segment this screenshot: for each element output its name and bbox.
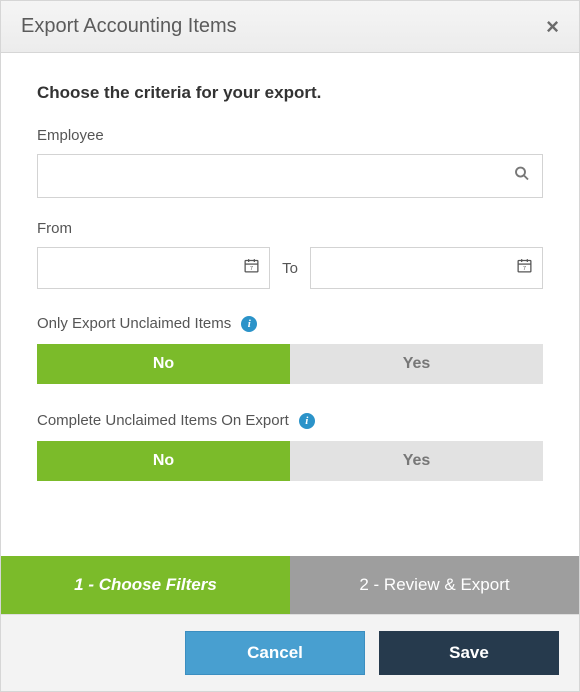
- unclaimed-toggle: No Yes: [37, 344, 543, 384]
- from-date-input[interactable]: [37, 247, 270, 289]
- info-icon[interactable]: i: [241, 316, 257, 332]
- step-review-export[interactable]: 2 - Review & Export: [290, 556, 579, 614]
- unclaimed-label: Only Export Unclaimed Items: [37, 315, 231, 332]
- instruction-text: Choose the criteria for your export.: [37, 83, 543, 103]
- unclaimed-label-row: Only Export Unclaimed Items i: [37, 315, 543, 332]
- from-date-wrap: 7: [37, 247, 270, 289]
- titlebar: Export Accounting Items ×: [1, 1, 579, 53]
- to-date-wrap: 7: [310, 247, 543, 289]
- dialog-footer: Cancel Save: [1, 614, 579, 691]
- complete-label: Complete Unclaimed Items On Export: [37, 412, 289, 429]
- export-dialog: Export Accounting Items × Choose the cri…: [0, 0, 580, 692]
- dialog-content: Choose the criteria for your export. Emp…: [1, 53, 579, 556]
- unclaimed-no-button[interactable]: No: [37, 344, 290, 384]
- close-icon[interactable]: ×: [546, 16, 559, 38]
- employee-input[interactable]: [37, 154, 543, 198]
- cancel-button[interactable]: Cancel: [185, 631, 365, 675]
- employee-label: Employee: [37, 127, 543, 144]
- info-icon[interactable]: i: [299, 413, 315, 429]
- step-choose-filters[interactable]: 1 - Choose Filters: [1, 556, 290, 614]
- from-label: From: [37, 220, 543, 237]
- step-indicator: 1 - Choose Filters 2 - Review & Export: [1, 556, 579, 614]
- complete-toggle: No Yes: [37, 441, 543, 481]
- date-row: 7 To 7: [37, 247, 543, 289]
- to-label: To: [282, 260, 298, 277]
- complete-no-button[interactable]: No: [37, 441, 290, 481]
- unclaimed-yes-button[interactable]: Yes: [290, 344, 543, 384]
- to-date-input[interactable]: [310, 247, 543, 289]
- save-button[interactable]: Save: [379, 631, 559, 675]
- complete-yes-button[interactable]: Yes: [290, 441, 543, 481]
- employee-field-wrap: [37, 154, 543, 198]
- dialog-title: Export Accounting Items: [21, 15, 237, 38]
- complete-label-row: Complete Unclaimed Items On Export i: [37, 412, 543, 429]
